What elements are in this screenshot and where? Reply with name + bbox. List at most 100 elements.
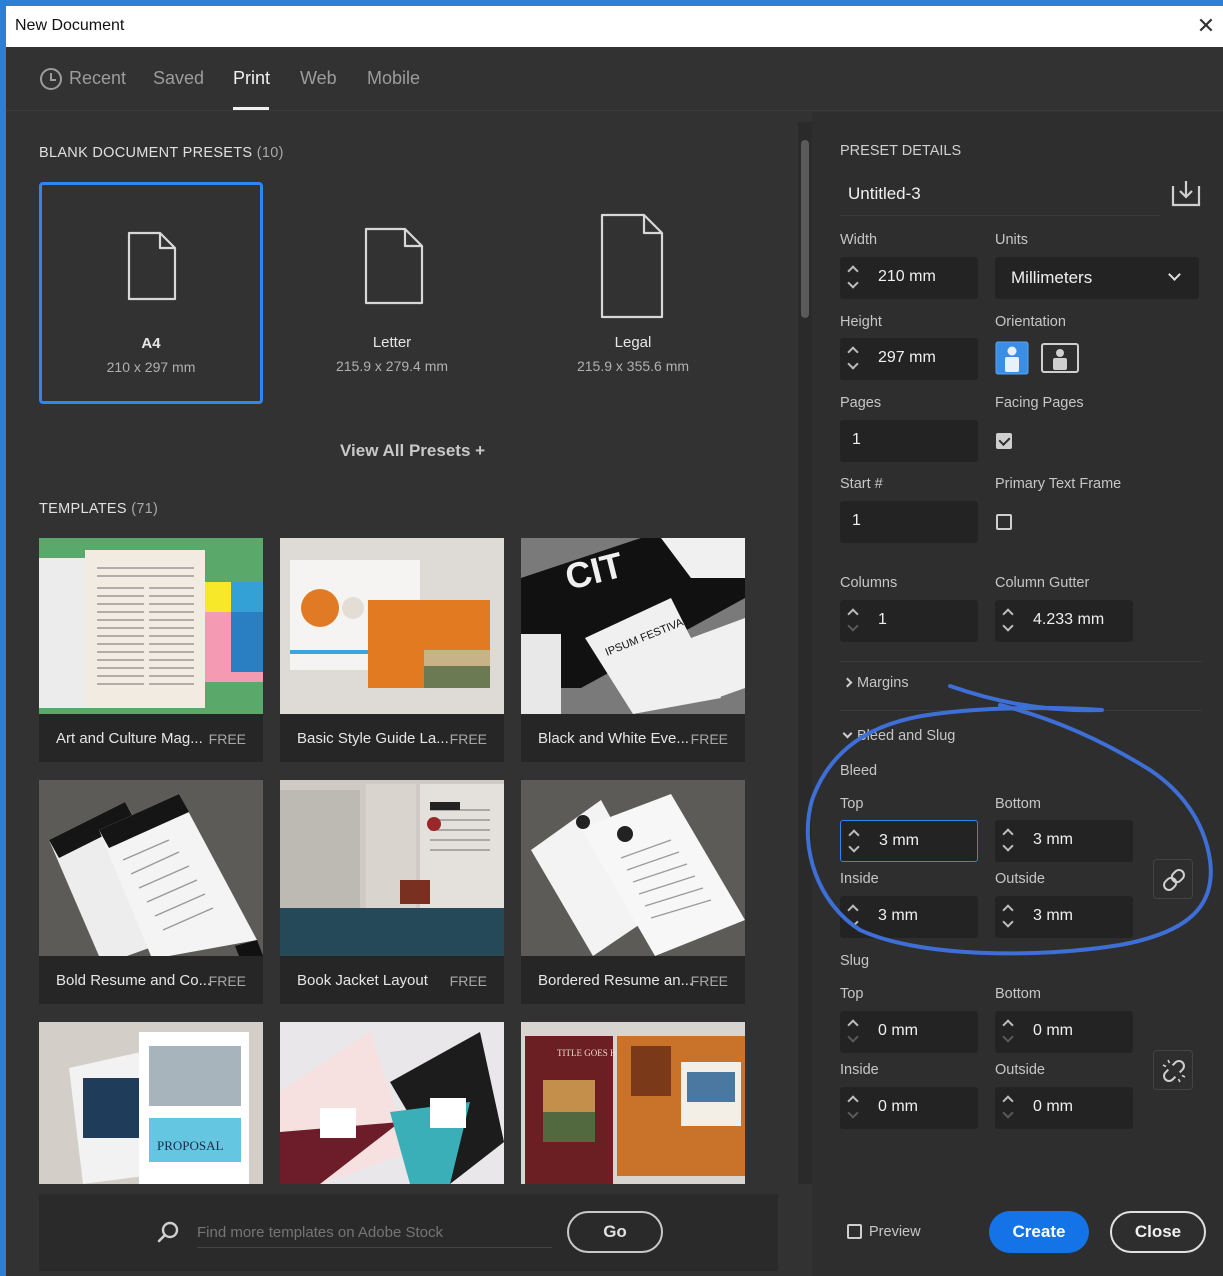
slug-label: Slug — [840, 953, 870, 969]
go-button[interactable]: Go — [567, 1211, 663, 1253]
bleed-top-field[interactable]: 3 mm — [840, 820, 978, 862]
slug-outside-field[interactable]: 0 mm — [995, 1087, 1133, 1129]
slug-inside-field[interactable]: 0 mm — [840, 1087, 978, 1129]
preset-details-panel: PRESET DETAILS Untitled-3 Width Units 21… — [812, 112, 1223, 1276]
height-stepper[interactable] — [840, 338, 866, 380]
preview-checkbox[interactable] — [847, 1224, 862, 1239]
slug-bottom-field[interactable]: 0 mm — [995, 1011, 1133, 1053]
preset-legal[interactable]: Legal 215.9 x 355.6 mm — [521, 182, 745, 404]
template-card[interactable]: CIT IPSUM FESTIVAL Black and White Eve..… — [521, 538, 745, 762]
bleed-slug-label: Bleed and Slug — [857, 728, 956, 744]
margins-toggle[interactable]: Margins — [842, 675, 909, 691]
slug-link-button[interactable] — [1153, 1050, 1193, 1090]
template-thumbnail — [39, 538, 263, 714]
slug-top-field[interactable]: 0 mm — [840, 1011, 978, 1053]
preset-a4[interactable]: A4 210 x 297 mm — [39, 182, 263, 404]
template-card[interactable]: Book Jacket Layout FREE — [280, 780, 504, 1004]
bleed-inside-label: Inside — [840, 871, 879, 887]
slug-bottom-label: Bottom — [995, 986, 1041, 1002]
template-name: Black and White Eve... — [538, 730, 689, 747]
create-button[interactable]: Create — [989, 1211, 1089, 1253]
units-dropdown[interactable]: Millimeters — [995, 257, 1199, 299]
templates-count: (71) — [131, 501, 159, 517]
stock-search-bar: Go — [39, 1194, 778, 1271]
view-all-presets-link[interactable]: View All Presets + — [340, 441, 485, 461]
template-card[interactable]: Basic Style Guide La... FREE — [280, 538, 504, 762]
template-card[interactable]: Art and Culture Mag... FREE — [39, 538, 263, 762]
slug-outside-stepper[interactable] — [995, 1087, 1021, 1129]
bleed-inside-stepper[interactable] — [840, 896, 866, 938]
facing-pages-checkbox[interactable] — [996, 433, 1012, 449]
bleed-inside-value: 3 mm — [878, 907, 918, 924]
height-value: 297 mm — [878, 349, 936, 366]
divider — [840, 661, 1202, 662]
chevron-right-icon — [842, 677, 853, 688]
template-card[interactable]: Bordered Resume an... FREE — [521, 780, 745, 1004]
template-card[interactable]: TITLE GOES HERE — [521, 1022, 745, 1184]
free-badge: FREE — [449, 973, 487, 989]
presets-scrollbar[interactable] — [798, 122, 812, 1184]
templates-section-title: TEMPLATES (71) — [39, 501, 158, 517]
save-preset-icon[interactable] — [1170, 178, 1202, 208]
close-button[interactable]: Close — [1110, 1211, 1206, 1253]
tab-saved[interactable]: Saved — [153, 68, 204, 89]
bleed-link-button[interactable] — [1153, 859, 1193, 899]
tab-recent[interactable]: Recent — [69, 68, 126, 89]
column-gutter-field[interactable]: 4.233 mm — [995, 600, 1133, 642]
landscape-orientation-icon[interactable] — [1041, 341, 1079, 375]
close-icon[interactable]: ✕ — [1189, 6, 1223, 47]
template-thumbnail: TITLE GOES HERE — [521, 1022, 745, 1184]
template-card[interactable] — [280, 1022, 504, 1184]
divider — [840, 710, 1202, 711]
column-gutter-label: Column Gutter — [995, 575, 1090, 591]
presets-section-title: BLANK DOCUMENT PRESETS (10) — [39, 145, 284, 161]
gutter-stepper[interactable] — [995, 600, 1021, 642]
document-name-field[interactable]: Untitled-3 — [840, 174, 1160, 216]
bleed-outside-value: 3 mm — [1033, 907, 1073, 924]
bleed-bottom-value: 3 mm — [1033, 831, 1073, 848]
bleed-inside-field[interactable]: 3 mm — [840, 896, 978, 938]
portrait-orientation-icon[interactable] — [995, 341, 1029, 375]
preset-size: 210 x 297 mm — [106, 359, 196, 375]
columns-stepper[interactable] — [840, 600, 866, 642]
slug-inside-stepper[interactable] — [840, 1087, 866, 1129]
thumb-proposal-text: PROPOSAL — [157, 1138, 224, 1153]
preset-details-header: PRESET DETAILS — [840, 143, 962, 159]
template-thumbnail — [280, 780, 504, 956]
tab-mobile[interactable]: Mobile — [367, 68, 420, 89]
tab-print[interactable]: Print — [233, 68, 270, 89]
slug-top-label: Top — [840, 986, 864, 1002]
slug-bottom-stepper[interactable] — [995, 1011, 1021, 1053]
width-field[interactable]: 210 mm — [840, 257, 978, 299]
height-field[interactable]: 297 mm — [840, 338, 978, 380]
bleed-top-stepper[interactable] — [841, 821, 867, 863]
template-card[interactable]: PROPOSAL — [39, 1022, 263, 1184]
preset-letter[interactable]: Letter 215.9 x 279.4 mm — [280, 182, 504, 404]
bleed-bottom-stepper[interactable] — [995, 820, 1021, 862]
broken-chain-link-icon — [1162, 1059, 1186, 1083]
columns-field[interactable]: 1 — [840, 600, 978, 642]
start-page-field[interactable]: 1 — [840, 501, 978, 543]
bleed-slug-toggle[interactable]: Bleed and Slug — [842, 728, 956, 744]
primary-text-frame-checkbox[interactable] — [996, 514, 1012, 530]
template-card[interactable]: Bold Resume and Co... FREE — [39, 780, 263, 1004]
preset-size: 215.9 x 279.4 mm — [335, 358, 449, 374]
stock-search-input[interactable] — [197, 1218, 552, 1248]
bleed-bottom-field[interactable]: 3 mm — [995, 820, 1133, 862]
width-stepper[interactable] — [840, 257, 866, 299]
column-gutter-value: 4.233 mm — [1033, 611, 1105, 628]
pages-field[interactable]: 1 — [840, 420, 978, 462]
bleed-label: Bleed — [840, 763, 878, 779]
slug-top-stepper[interactable] — [840, 1011, 866, 1053]
title-bar: New Document ✕ — [6, 6, 1223, 47]
template-thumbnail: CIT IPSUM FESTIVAL — [521, 538, 745, 714]
document-icon — [364, 227, 424, 305]
bleed-outside-field[interactable]: 3 mm — [995, 896, 1133, 938]
slug-outside-label: Outside — [995, 1062, 1045, 1078]
bleed-outside-stepper[interactable] — [995, 896, 1021, 938]
slug-top-value: 0 mm — [878, 1022, 918, 1039]
template-thumbnail — [521, 780, 745, 956]
scrollbar-thumb[interactable] — [801, 140, 809, 318]
slug-bottom-value: 0 mm — [1033, 1022, 1073, 1039]
tab-web[interactable]: Web — [300, 68, 337, 89]
